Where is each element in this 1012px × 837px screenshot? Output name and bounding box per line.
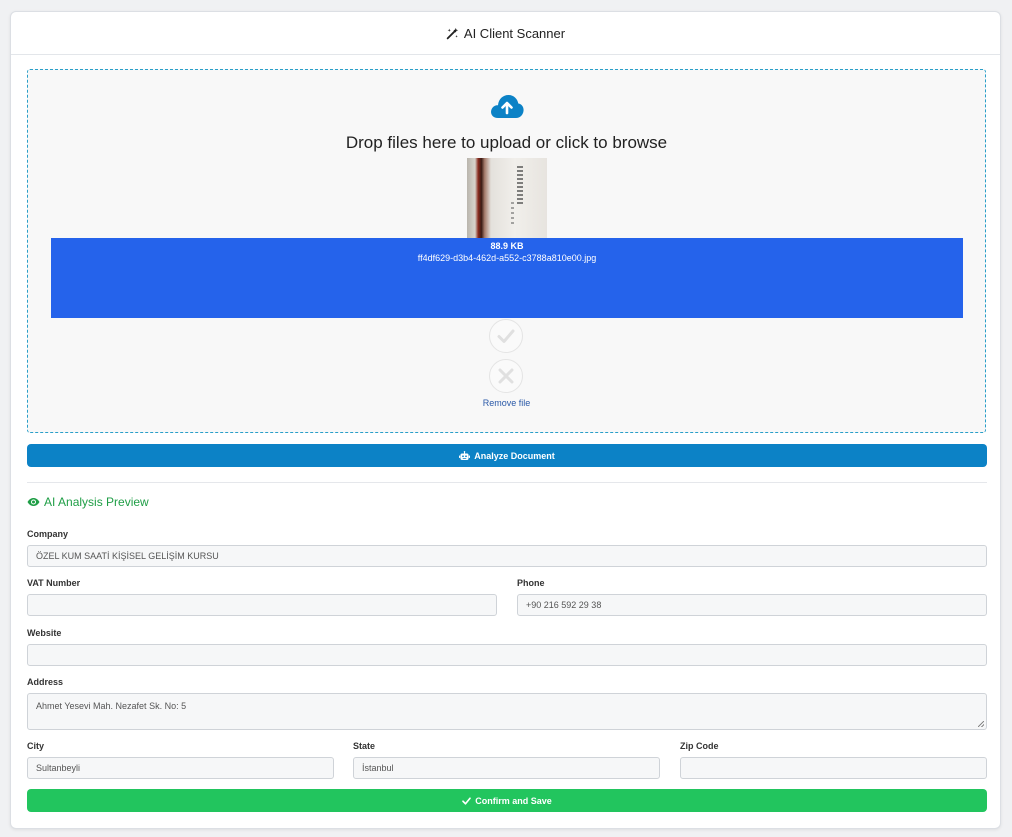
vat-number-label: VAT Number	[27, 578, 81, 588]
phone-label: Phone	[517, 578, 545, 588]
zip-code-label: Zip Code	[680, 741, 719, 751]
city-label: City	[27, 741, 45, 751]
website-label: Website	[27, 628, 62, 638]
analyze-document-button[interactable]: Analyze Document	[27, 444, 987, 467]
file-size: 88.9 KB	[490, 241, 524, 251]
scanner-card: AI Client Scanner Drop files here to upl…	[10, 11, 1001, 829]
save-button-label: Confirm and Save	[475, 795, 552, 806]
analysis-preview-title: AI Analysis Preview	[44, 495, 149, 509]
state-input[interactable]: İstanbul	[353, 757, 660, 779]
zip-code-input[interactable]	[680, 757, 987, 779]
state-label: State	[353, 741, 376, 751]
phone-input[interactable]: +90 216 592 29 38	[517, 594, 987, 616]
address-label: Address	[27, 677, 64, 687]
file-thumbnail	[467, 158, 547, 238]
company-input[interactable]: ÖZEL KUM SAATİ KİŞİSEL GELİŞİM KURSU	[27, 545, 987, 567]
address-value: Ahmet Yesevi Mah. Nezafet Sk. No: 5	[36, 701, 187, 711]
resize-handle[interactable]	[978, 721, 984, 727]
city-input[interactable]: Sultanbeyli	[27, 757, 334, 779]
cloud-upload-icon	[489, 93, 525, 124]
vat-number-input[interactable]	[27, 594, 497, 616]
card-header: AI Client Scanner	[11, 12, 1000, 55]
file-details: 88.9 KB ff4df629-d3b4-462d-a552-c3788a81…	[51, 238, 963, 318]
check-icon	[462, 796, 472, 805]
address-textarea[interactable]: Ahmet Yesevi Mah. Nezafet Sk. No: 5	[27, 693, 987, 730]
dropzone-message: Drop files here to upload or click to br…	[345, 133, 668, 152]
page-title: AI Client Scanner	[463, 25, 566, 41]
analysis-preview-heading: AI Analysis Preview	[27, 495, 149, 509]
error-x-icon	[489, 359, 523, 393]
remove-file-link[interactable]: Remove file	[28, 398, 985, 408]
file-name: ff4df629-d3b4-462d-a552-c3788a810e00.jpg	[417, 253, 597, 263]
file-dropzone[interactable]: Drop files here to upload or click to br…	[27, 69, 986, 433]
website-input[interactable]	[27, 644, 987, 666]
success-check-icon	[489, 319, 523, 353]
company-label: Company	[27, 529, 69, 539]
magic-wand-icon	[446, 27, 459, 40]
divider	[27, 482, 987, 483]
analyze-button-label: Analyze Document	[474, 450, 555, 461]
eye-icon	[27, 497, 40, 507]
confirm-and-save-button[interactable]: Confirm and Save	[27, 789, 987, 812]
robot-icon	[459, 450, 471, 461]
